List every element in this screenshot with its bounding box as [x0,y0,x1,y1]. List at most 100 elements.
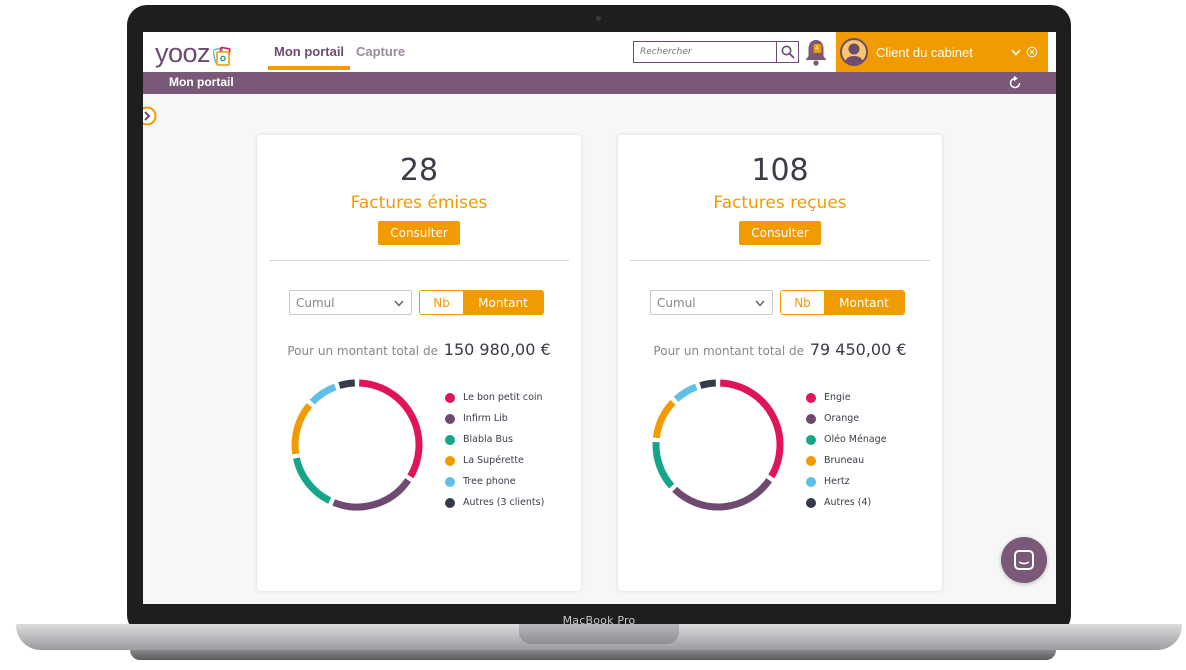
legend-label: Le bon petit coin [463,392,543,403]
donut-slice [652,441,675,489]
legend-label: Blabla Bus [463,434,513,445]
refresh-icon[interactable] [1007,75,1023,91]
legend-item: Tree phone [445,471,575,492]
chart-legend: Le bon petit coin Infirm Lib Blabla Bus … [445,387,575,513]
legend-item: Blabla Bus [445,429,575,450]
legend-item: Bruneau [806,450,936,471]
legend-label: Infirm Lib [463,413,508,424]
donut-slice [292,457,332,504]
invoice-count: 108 [751,153,809,188]
logo-text: yooz [155,38,211,68]
page-title: Mon portail [169,75,234,89]
donut-slice [338,379,356,389]
chevron-down-icon [394,300,404,307]
legend-label: Tree phone [463,476,516,487]
chevron-down-icon [755,300,765,307]
legend-item: Le bon petit coin [445,387,575,408]
logo[interactable]: yooz [155,38,233,69]
card-title: Factures émises [350,193,488,213]
legend-label: Oléo Ménage [824,434,887,445]
period-select[interactable]: Cumul [650,290,773,315]
legend-item: Oléo Ménage [806,429,936,450]
toggle-montant[interactable]: Montant [824,291,904,314]
legend-dot [445,413,455,424]
legend-dot [445,455,455,466]
toggle-nb[interactable]: Nb [420,291,463,314]
avatar [840,38,868,66]
toggle-montant[interactable]: Montant [463,291,543,314]
consult-button[interactable]: Consulter [739,221,821,245]
total-prefix: Pour un montant total de [287,344,438,358]
close-icon[interactable] [1026,46,1038,58]
legend-label: Hertz [824,476,850,487]
donut-chart [652,379,784,511]
legend-item: Hertz [806,471,936,492]
legend-label: La Supérette [463,455,524,466]
divider [269,260,569,261]
notification-count: 4 [815,45,819,52]
bell-icon [805,40,827,66]
consult-button[interactable]: Consulter [378,221,460,245]
client-name: Client du cabinet [876,44,973,60]
donut-slice [332,478,411,511]
search-input[interactable] [634,47,776,57]
page-header-bar: Mon portail [143,72,1056,94]
legend-label: Orange [824,413,860,424]
legend-item: Engie [806,387,936,408]
card-factures-recues: 108 Factures reçues Consulter Cumul Nb M… [618,135,942,591]
chat-button[interactable] [1001,537,1047,583]
total-amount: 150 980,00 € [443,340,551,359]
legend-label: Bruneau [824,455,865,466]
app-screen: yooz Mon portail Capture Rechercher 4 Cl… [143,32,1056,604]
legend-dot [445,392,455,403]
total-line: Pour un montant total de 79 450,00 € [618,340,942,359]
total-prefix: Pour un montant total de [653,344,805,358]
search-button[interactable] [776,42,798,62]
legend-label: Engie [824,392,851,403]
donut-slice [309,383,337,405]
legend-item: Autres (3 clients) [445,492,575,513]
legend-dot [806,413,816,424]
device-label: MacBook Pro [562,614,636,627]
legend-item: Autres (4) [806,492,936,513]
card-factures-emises: 28 Factures émises Consulter Cumul Nb Mo… [257,135,581,591]
donut-chart [291,379,423,511]
divider [630,260,930,261]
toggle-nb[interactable]: Nb [781,291,824,314]
laptop-notch [519,624,679,644]
logo-cards-icon [212,43,233,66]
tab-capture[interactable]: Capture [356,44,405,59]
donut-slice [358,379,423,479]
notifications-button[interactable]: 4 [803,37,829,67]
legend-dot [806,392,816,403]
invoice-count: 28 [399,153,439,188]
donut-slice [672,478,772,511]
total-amount: 79 450,00 € [809,340,907,359]
search-icon [781,45,795,59]
total-line: Pour un montant total de 150 980,00 € [257,340,581,359]
legend-item: La Supérette [445,450,575,471]
legend-dot [806,455,816,466]
select-value: Cumul [657,295,696,310]
card-title: Factures reçues [713,193,847,213]
legend-label: Autres (3 clients) [463,497,545,508]
legend-dot [445,497,455,508]
view-toggle: Nb Montant [780,290,905,315]
chat-icon [1014,550,1034,570]
expand-sidebar-button[interactable] [143,106,157,126]
period-select[interactable]: Cumul [289,290,412,315]
donut-slice [652,399,676,439]
select-value: Cumul [296,295,335,310]
view-toggle: Nb Montant [419,290,544,315]
tab-mon-portail[interactable]: Mon portail [267,44,351,70]
legend-dot [445,434,455,445]
chart-legend: Engie Orange Oléo Ménage Bruneau Hertz A… [806,387,936,513]
laptop-base-bottom [130,650,1056,660]
legend-label: Autres (4) [824,497,872,508]
chevron-down-icon[interactable] [1010,46,1022,58]
donut-slice [719,379,784,479]
legend-item: Infirm Lib [445,408,575,429]
camera-icon [596,16,601,21]
legend-dot [806,497,816,508]
client-menu[interactable]: Client du cabinet [836,32,1048,72]
